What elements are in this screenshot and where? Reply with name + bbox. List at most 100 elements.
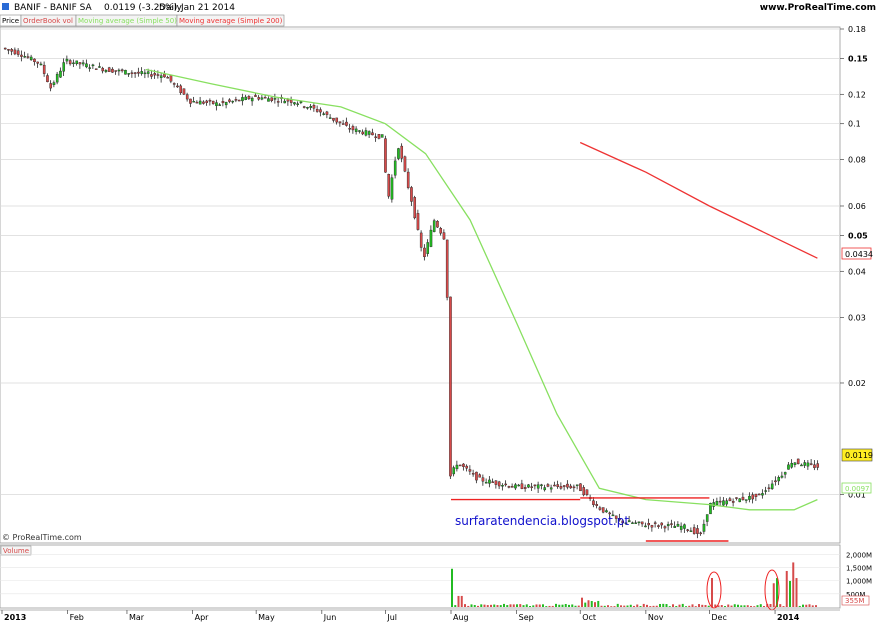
candle-body [647,523,651,526]
candle-body [517,484,521,487]
volume-bar [477,605,480,607]
candle-body [176,85,179,88]
volume-label: Volume [3,547,29,555]
candle-body [111,68,114,73]
ma50-value-label: 0.0097 [845,485,870,493]
candle-body [715,501,719,505]
volume-bar [685,606,688,607]
volume-bar [519,604,522,607]
candle-body [419,232,423,248]
volume-bar [486,605,489,607]
candle-body [335,117,339,123]
volume-bar [571,604,574,607]
candle-body [679,525,683,530]
candle-body [767,487,771,490]
candle-body [189,98,192,104]
candle-body [543,487,547,491]
candle-body [725,500,729,505]
volume-bar [509,604,512,607]
candle-body [273,98,277,100]
price-tick-label: 0.12 [848,90,866,99]
volume-bar [675,606,678,607]
candle-body [757,493,761,496]
candle-body [582,487,586,496]
price-tick-label: 0.05 [848,231,868,240]
candle-body [85,63,88,68]
volume-bar [620,605,623,607]
candle-body [442,232,446,240]
volume-bar [740,605,743,607]
volume-bar [678,604,681,607]
volume-last-label: 355M [845,597,864,605]
time-tick-label: Mar [129,613,145,622]
volume-bar [467,605,470,607]
candle-body [393,160,397,176]
time-tick-label: 2013 [4,613,26,622]
candle-body [540,484,543,486]
candle-body [26,56,30,58]
candle-body [530,486,534,488]
candle-body [800,464,803,467]
volume-bar [551,605,554,607]
candle-body [211,100,215,104]
time-tick-label: Dec [711,613,726,622]
candle-body [699,532,703,535]
volume-bar [616,603,619,607]
candle-body [247,96,251,100]
volume-bar [464,604,467,607]
candle-body [731,500,735,503]
volume-bar [665,604,668,607]
candle-body [276,101,280,103]
candle-body [718,500,722,503]
volume-bar [753,606,756,607]
volume-bar [662,603,665,607]
volume-bar [733,604,736,607]
price-chart[interactable]: BANIF - BANIF SA 0.0119 (-3.25%) Daily J… [0,0,880,623]
candle-body [208,100,212,102]
volume-bar [457,595,460,607]
candle-body [598,507,602,510]
volume-bar [779,604,782,607]
candle-body [328,117,332,119]
candle-body [689,530,693,532]
candle-body [137,71,140,74]
volume-bar [600,605,603,607]
price-tick-label: 0.08 [848,156,866,165]
volume-bar [490,604,493,607]
candle-body [322,113,326,115]
time-tick-label: Feb [70,613,84,622]
volume-bar [522,605,525,607]
candle-body [267,98,270,102]
legend-ma200-label: Moving average (Simple 200) [179,17,283,25]
volume-bar [805,604,808,607]
volume-bar [603,605,606,607]
candle-body [81,62,85,65]
candle-body [445,239,449,298]
candle-body [315,109,319,112]
candle-body [501,485,504,487]
candle-body [387,173,391,197]
volume-bar [470,604,473,607]
copyright-text: © ProRealTime.com [2,533,82,542]
candle-body [488,479,491,484]
candle-body [666,524,670,527]
candle-body [744,499,748,501]
candle-body [653,522,657,524]
candle-body [475,471,478,481]
volume-bar [532,605,535,607]
candle-body [319,109,322,113]
candle-body [793,462,797,465]
volume-bar [691,604,694,607]
volume-bar [538,604,541,607]
candle-body [98,66,101,68]
candle-body [94,68,98,70]
candle-body [169,74,173,82]
volume-bar [789,580,792,607]
candle-body [549,487,553,490]
candle-body [348,128,352,130]
candle-body [159,75,163,78]
candle-body [452,467,456,475]
candle-body [23,56,27,58]
candle-body [380,134,384,138]
last-price-label: 0.0119 [845,451,873,460]
